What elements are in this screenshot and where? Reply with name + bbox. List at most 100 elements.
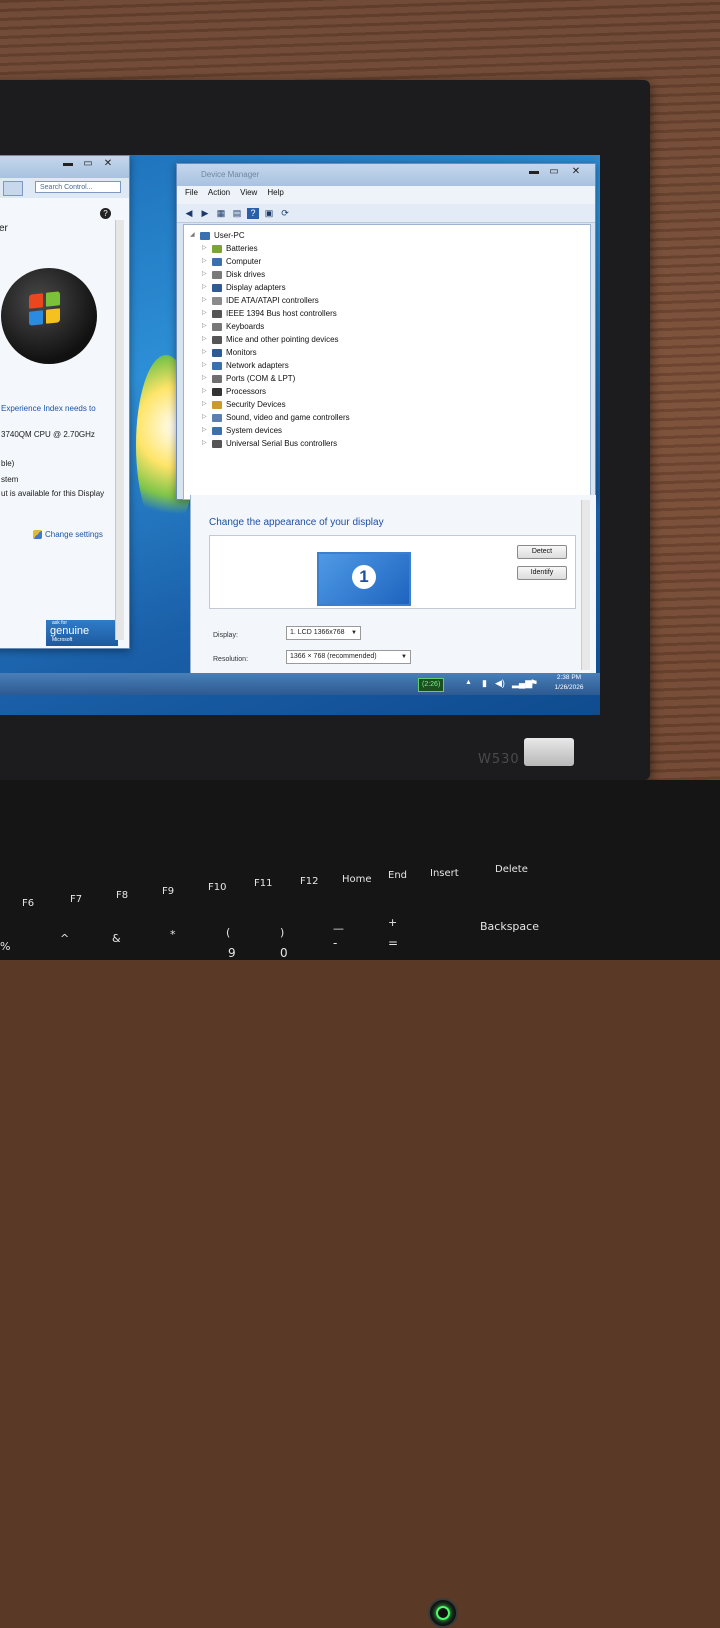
device-category[interactable]: ▷ IDE ATA/ATAPI controllers	[202, 294, 590, 307]
expand-arrow-icon[interactable]: ▷	[202, 359, 212, 372]
clock-time[interactable]: 2:38 PM	[546, 674, 592, 681]
device-category[interactable]: ▷ Ports (COM & LPT)	[202, 372, 590, 385]
key-symbol[interactable]: (	[226, 926, 230, 939]
menu-view[interactable]: View	[240, 188, 257, 204]
close-icon[interactable]: ✕	[99, 158, 117, 169]
device-category[interactable]: ▷ Sound, video and game controllers	[202, 411, 590, 424]
key-f9[interactable]: F9	[162, 886, 174, 897]
back-arrow-icon[interactable]: ◀	[183, 208, 195, 219]
key-digit[interactable]: 0	[280, 946, 288, 960]
help-icon[interactable]: ?	[247, 207, 259, 219]
expand-arrow-icon[interactable]: ▷	[202, 242, 212, 255]
key-symbol[interactable]: %	[0, 940, 10, 953]
resolution-select[interactable]: 1366 × 768 (recommended) ▼	[286, 650, 411, 664]
expand-arrow-icon[interactable]: ▷	[202, 437, 212, 450]
menu-file[interactable]: File	[185, 188, 198, 204]
system-line: stem	[1, 475, 19, 484]
expand-arrow-icon[interactable]: ▷	[202, 255, 212, 268]
display-select-value: 1. LCD 1366x768	[290, 629, 345, 636]
maximize-icon[interactable]: ▭	[545, 166, 563, 177]
device-category[interactable]: ▷ Computer	[202, 255, 590, 268]
display-select[interactable]: 1. LCD 1366x768 ▼	[286, 626, 361, 640]
key-f8[interactable]: F8	[116, 890, 128, 901]
device-category[interactable]: ▷ Network adapters	[202, 359, 590, 372]
device-category[interactable]: ▷ System devices	[202, 424, 590, 437]
expand-arrow-icon[interactable]: ▷	[202, 346, 212, 359]
minimize-icon[interactable]: ▬	[59, 158, 77, 169]
device-category[interactable]: ▷ IEEE 1394 Bus host controllers	[202, 307, 590, 320]
key-f7[interactable]: F7	[70, 894, 82, 905]
expand-arrow-icon[interactable]: ▷	[202, 281, 212, 294]
battery-time-indicator[interactable]: (2:26)	[418, 678, 445, 692]
help-icon[interactable]: ?	[100, 208, 111, 219]
close-icon[interactable]: ✕	[567, 166, 585, 177]
maximize-icon[interactable]: ▭	[79, 158, 97, 169]
device-view-icon[interactable]: ▤	[231, 208, 243, 219]
menu-help[interactable]: Help	[267, 188, 283, 204]
expand-arrow-icon[interactable]: ▷	[202, 398, 212, 411]
expand-arrow-icon[interactable]: ▷	[202, 385, 212, 398]
key-symbol[interactable]: —	[333, 922, 344, 935]
device-category[interactable]: ▷ Display adapters	[202, 281, 590, 294]
key-symbol[interactable]: +	[388, 916, 397, 929]
device-category[interactable]: ▷ Monitors	[202, 346, 590, 359]
key-symbol[interactable]: ^	[60, 932, 69, 945]
clock-date[interactable]: 1/26/2026	[546, 684, 592, 691]
search-input[interactable]: Search Control...	[35, 181, 121, 193]
identify-button[interactable]: Identify	[517, 566, 567, 580]
expand-arrow-icon[interactable]: ▷	[202, 411, 212, 424]
key-symbol[interactable]: Backspace	[480, 920, 539, 933]
key-f11[interactable]: F11	[254, 878, 272, 889]
monitor-preview[interactable]: 1	[317, 552, 411, 606]
expand-arrow-icon[interactable]: ▷	[202, 424, 212, 437]
cp-scrollbar[interactable]	[115, 220, 124, 640]
refresh-button[interactable]	[3, 181, 23, 196]
expand-arrow-icon[interactable]: ▷	[202, 294, 212, 307]
menu-action[interactable]: Action	[208, 188, 230, 204]
device-category[interactable]: ▷ Mice and other pointing devices	[202, 333, 590, 346]
action-center-flag-icon[interactable]: ⚑	[530, 678, 538, 689]
ds-scrollbar[interactable]	[581, 500, 590, 670]
key-f12[interactable]: F12	[300, 876, 318, 887]
collapse-arrow-icon[interactable]: ◢	[190, 229, 200, 242]
windows-flag-yellow	[46, 308, 60, 324]
key-home[interactable]: Home	[342, 874, 372, 885]
expand-arrow-icon[interactable]: ▷	[202, 333, 212, 346]
minimize-icon[interactable]: ▬	[525, 166, 543, 177]
network-icon	[212, 361, 222, 370]
device-category[interactable]: ▷ Universal Serial Bus controllers	[202, 437, 590, 450]
experience-index-link[interactable]: Experience Index needs to	[1, 404, 96, 413]
key-symbol[interactable]: *	[170, 928, 176, 941]
power-tray-icon[interactable]: ▮	[482, 678, 487, 689]
device-category[interactable]: ▷ Disk drives	[202, 268, 590, 281]
key-f10[interactable]: F10	[208, 882, 226, 893]
tree-root[interactable]: ◢ User-PC	[190, 229, 590, 242]
expand-arrow-icon[interactable]: ▷	[202, 372, 212, 385]
key-symbol[interactable]: )	[280, 926, 284, 939]
console-tree-icon[interactable]: ▣	[263, 208, 275, 219]
show-hidden-icons-icon[interactable]: ▲	[465, 679, 472, 686]
device-category[interactable]: ▷ Processors	[202, 385, 590, 398]
expand-arrow-icon[interactable]: ▷	[202, 268, 212, 281]
detect-button[interactable]: Detect	[517, 545, 567, 559]
key-insert[interactable]: Insert	[430, 868, 459, 879]
forward-arrow-icon[interactable]: ▶	[199, 208, 211, 219]
key-digit[interactable]: 9	[228, 946, 236, 960]
device-category[interactable]: ▷ Batteries	[202, 242, 590, 255]
scan-hardware-icon[interactable]: ⟳	[279, 208, 291, 219]
device-category[interactable]: ▷ Keyboards	[202, 320, 590, 333]
expand-arrow-icon[interactable]: ▷	[202, 320, 212, 333]
key-end[interactable]: End	[388, 870, 407, 881]
volume-icon[interactable]: ◀)	[495, 678, 505, 689]
key-digit[interactable]: -	[333, 936, 337, 950]
expand-arrow-icon[interactable]: ▷	[202, 307, 212, 320]
power-button[interactable]	[428, 1598, 458, 1628]
key-f6[interactable]: F6	[22, 898, 34, 909]
change-settings-link[interactable]: Change settings	[45, 530, 103, 539]
windows-flag-green	[46, 291, 60, 307]
key-digit[interactable]: =	[388, 936, 398, 950]
key-symbol[interactable]: &	[112, 932, 121, 945]
key-delete[interactable]: Delete	[495, 864, 528, 875]
properties-icon[interactable]: ▦	[215, 208, 227, 219]
device-category[interactable]: ▷ Security Devices	[202, 398, 590, 411]
